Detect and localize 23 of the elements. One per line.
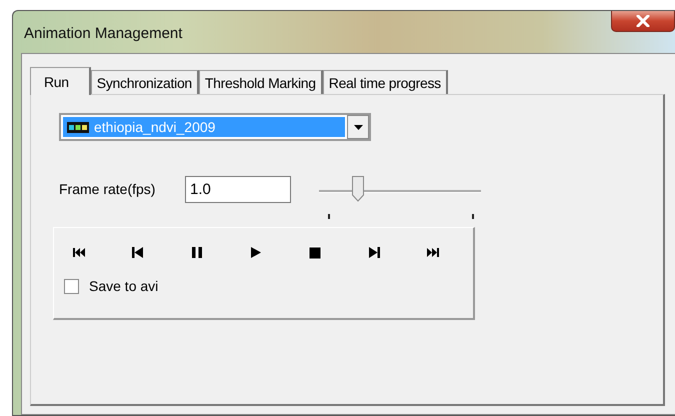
dropdown-value: ethiopia_ndvi_2009 xyxy=(94,119,216,135)
frame-rate-field[interactable]: 1.0 xyxy=(185,176,291,203)
step-back-icon xyxy=(131,246,145,259)
tab[interactable]: Threshold Marking xyxy=(198,70,323,94)
tab[interactable]: Run xyxy=(30,67,91,95)
stop-icon xyxy=(308,246,322,259)
tab[interactable]: Real time progress xyxy=(322,70,448,94)
pause-icon xyxy=(190,246,204,259)
speed-slider[interactable] xyxy=(319,176,481,220)
close-button[interactable] xyxy=(611,11,675,32)
save-to-avi-checkbox[interactable] xyxy=(64,278,79,294)
skip-to-end-icon xyxy=(426,246,440,259)
slider-thumb[interactable] xyxy=(352,176,364,202)
play-icon xyxy=(249,246,263,259)
step-forward-icon xyxy=(367,246,381,259)
film-icon xyxy=(67,122,89,132)
tab[interactable]: Synchronization xyxy=(90,70,199,94)
frame-rate-label: Frame rate(fps) xyxy=(59,181,156,197)
dropdown-arrow-icon xyxy=(354,124,362,130)
window-title: Animation Management xyxy=(24,24,182,42)
close-icon xyxy=(636,15,650,27)
skip-to-start-icon xyxy=(72,246,86,259)
save-to-avi-label: Save to avi xyxy=(89,278,158,294)
